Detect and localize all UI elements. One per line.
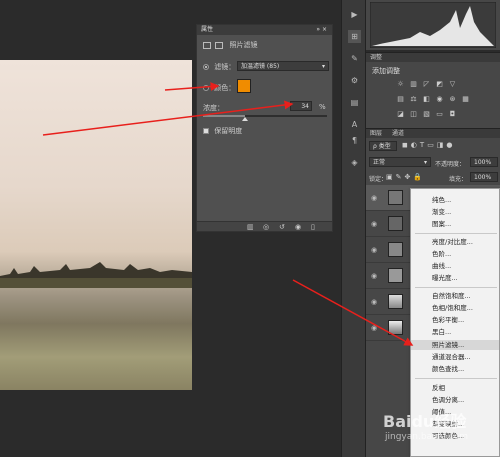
arrow-to-density (42, 100, 294, 136)
arrow-to-photo-filter (292, 279, 414, 346)
watermark-url: jingyan.baidu.com (385, 432, 469, 442)
arrow-to-color (164, 82, 220, 92)
annotation-arrows (42, 82, 414, 346)
watermark-brand: Baidu经验 (383, 412, 467, 431)
